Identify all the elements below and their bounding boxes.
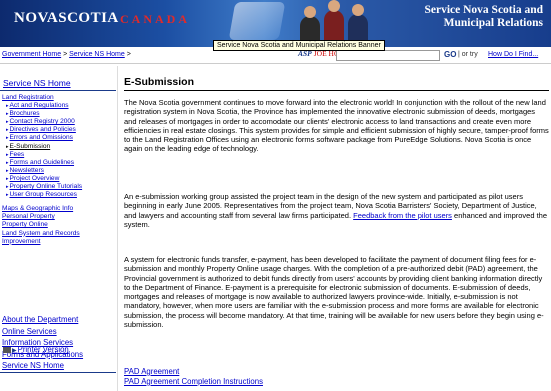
- canada-wordmark: CANADA: [120, 12, 190, 26]
- sidebar-item-contact-registry[interactable]: Contact Registry 2000: [2, 118, 116, 126]
- working-group-paragraph: An e-submission working group assisted t…: [124, 192, 548, 229]
- or-try-text: | or try: [458, 51, 478, 58]
- breadcrumb-service-ns-home[interactable]: Service NS Home: [69, 51, 125, 58]
- pad-instructions-link[interactable]: PAD Agreement Completion Instructions: [124, 377, 263, 386]
- breadcrumb: Government Home > Service NS Home >: [2, 51, 131, 58]
- sidebar-item-brochures[interactable]: Brochures: [2, 110, 116, 118]
- feedback-pilot-users-link[interactable]: Feedback from the pilot users: [353, 211, 452, 220]
- sidebar-item-newsletters[interactable]: Newsletters: [2, 167, 116, 175]
- sidebar-item-improvement[interactable]: Improvement: [2, 238, 116, 246]
- sidebar-link-online-services[interactable]: Online Services: [2, 326, 116, 338]
- breadcrumb-government-home[interactable]: Government Home: [2, 51, 61, 58]
- sidebar-item-directives[interactable]: Directives and Policies: [2, 126, 116, 134]
- go-button[interactable]: GO: [444, 50, 456, 59]
- how-do-i-find-link[interactable]: How Do I Find...: [488, 51, 538, 58]
- divider: [0, 90, 116, 91]
- nova-scotia-logo[interactable]: NOVASCOTIA: [14, 10, 119, 27]
- arrow-right-icon: ▶: [12, 348, 17, 354]
- sidebar-item-property-online-tutorials[interactable]: Property Online Tutorials: [2, 183, 116, 191]
- sidebar-item-e-submission[interactable]: E-Submission: [2, 143, 116, 151]
- title-underline: [124, 90, 549, 91]
- sidebar-link-about[interactable]: About the Department: [2, 314, 116, 326]
- sidebar-service-ns-home[interactable]: Service NS Home: [3, 78, 71, 88]
- pad-agreement-link[interactable]: PAD Agreement: [124, 367, 179, 376]
- sidebar-item-act-and-regulations[interactable]: Act and Regulations: [2, 102, 116, 110]
- sidebar-item-project-overview[interactable]: Project Overview: [2, 175, 116, 183]
- sidebar-item-land-registration[interactable]: Land Registration: [2, 94, 116, 102]
- people-photo: [296, 0, 386, 44]
- sidebar-item-maps[interactable]: Maps & Geographic Info: [2, 205, 116, 213]
- page-title: E-Submission: [124, 76, 195, 88]
- sidebar-link-service-ns-home[interactable]: Service NS Home: [2, 360, 116, 372]
- main-content: E-Submission The Nova Scotia government …: [124, 66, 549, 391]
- department-title: Service Nova Scotia and Municipal Relati…: [424, 4, 543, 29]
- sidebar-item-user-group-resources[interactable]: User Group Resources: [2, 191, 116, 199]
- sidebar-bottom-links: About the Department Online Services Inf…: [2, 314, 116, 372]
- intro-paragraph: The Nova Scotia government continues to …: [124, 98, 549, 154]
- sidebar-item-property-online[interactable]: Property Online: [2, 221, 116, 229]
- printer-version-link[interactable]: ▶Printer Version: [3, 345, 69, 354]
- flag-graphic: [228, 2, 286, 40]
- person-figure: [324, 0, 344, 44]
- sidebar-item-errors[interactable]: Errors and Omissions: [2, 134, 116, 142]
- banner-tooltip: Service Nova Scotia and Municipal Relati…: [213, 40, 385, 51]
- sidebar-nav-list: Land Registration Act and Regulations Br…: [2, 94, 116, 246]
- printer-icon: [3, 346, 11, 353]
- sidebar-item-fees[interactable]: Fees: [2, 151, 116, 159]
- sidebar-item-forms[interactable]: Forms and Guidelines: [2, 159, 116, 167]
- sidebar-item-personal-property[interactable]: Personal Property: [2, 213, 116, 221]
- sidebar-item-land-system-records[interactable]: Land System and Records: [2, 230, 116, 238]
- divider: [0, 372, 116, 373]
- search-input[interactable]: [336, 50, 440, 61]
- e-payment-paragraph: A system for electronic funds transfer, …: [124, 255, 544, 330]
